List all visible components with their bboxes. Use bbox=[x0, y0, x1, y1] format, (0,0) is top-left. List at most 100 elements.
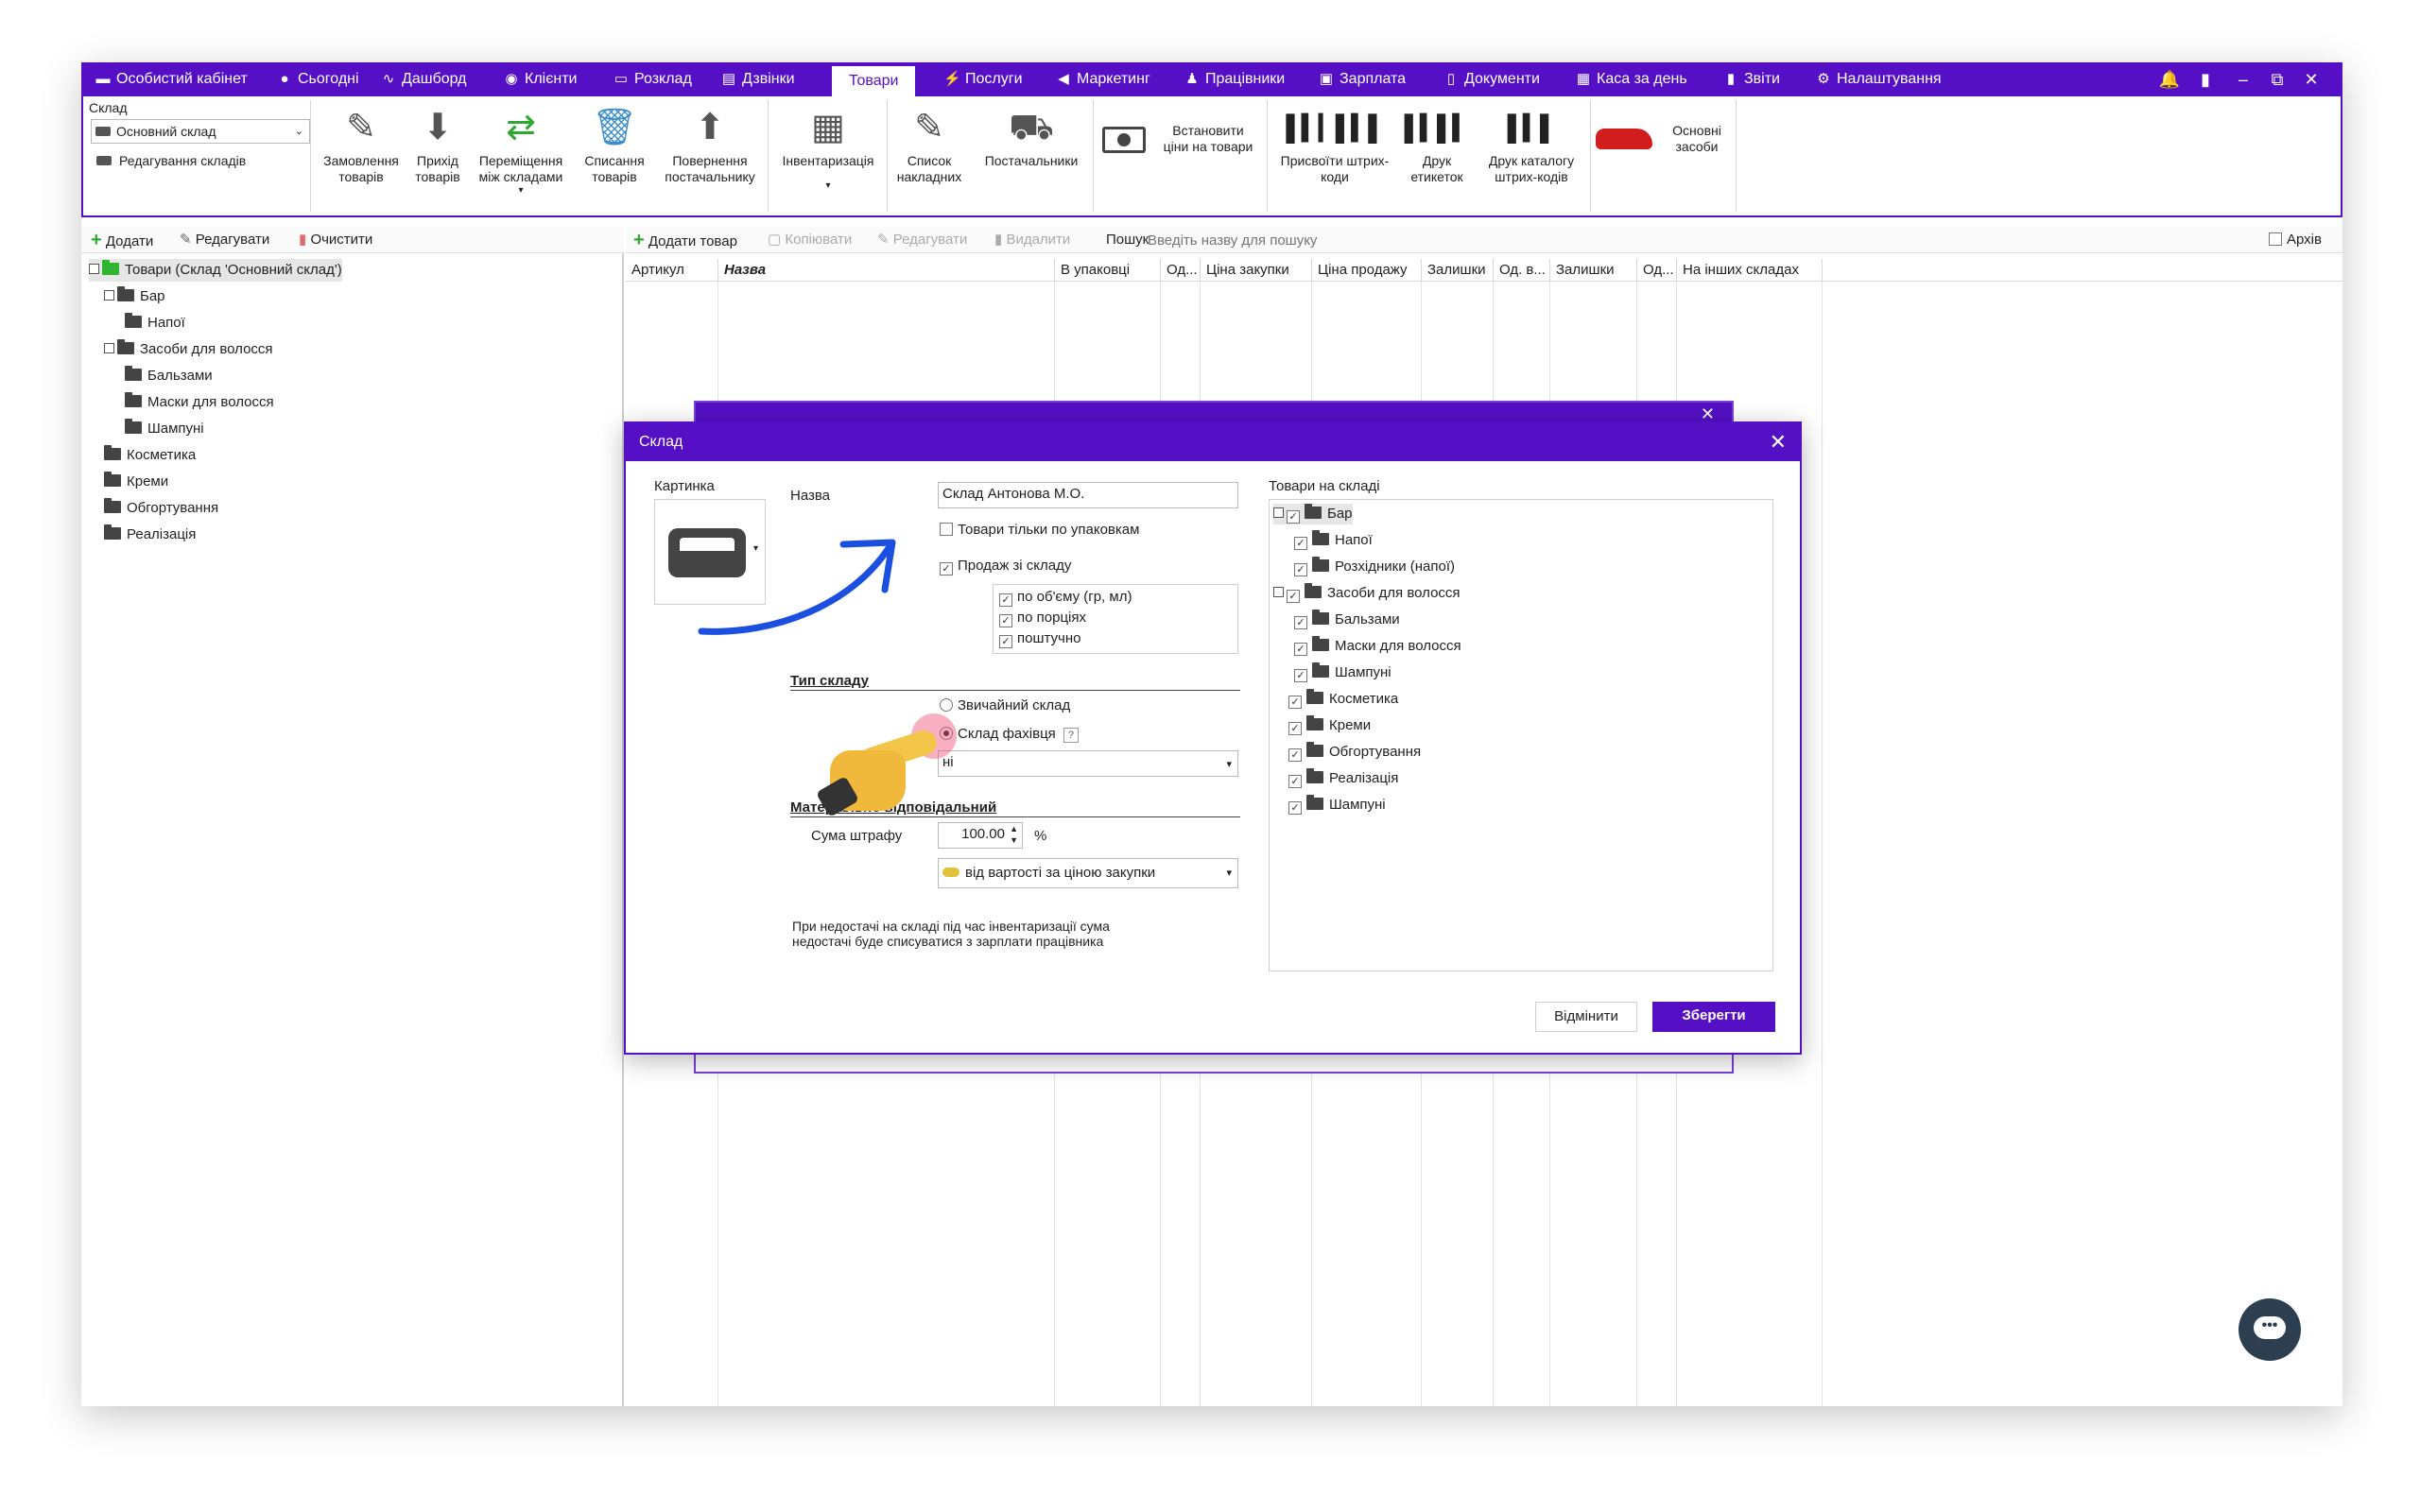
only-packages-checkbox[interactable]: Товари тільки по упаковкам bbox=[940, 522, 1139, 538]
type-regular-radio[interactable]: Звичайний склад bbox=[940, 697, 1070, 713]
goods-arrival-button[interactable]: ⬇ Прихід товарів bbox=[405, 102, 471, 185]
checkbox[interactable]: ✓ bbox=[1288, 801, 1302, 815]
checkbox[interactable]: ✓ bbox=[1294, 643, 1307, 656]
sale-from-warehouse-checkbox[interactable]: ✓ Продаж зі складу bbox=[940, 558, 1071, 576]
warehouse-select[interactable]: Основний склад ⌄ bbox=[91, 119, 310, 144]
warehouse-goods-item[interactable]: ✓ Шампуні bbox=[1273, 795, 1386, 816]
checkbox[interactable]: ✓ bbox=[1294, 537, 1307, 550]
warehouse-goods-item[interactable]: ✓ Напої bbox=[1294, 530, 1373, 551]
menu-item-goods[interactable]: Товари bbox=[832, 66, 916, 96]
menu-item-marketing[interactable]: ◀ Маркетинг bbox=[1055, 62, 1150, 96]
help-icon[interactable]: ? bbox=[1063, 728, 1079, 743]
expand-toggle-icon[interactable] bbox=[1273, 507, 1284, 518]
tree-root[interactable]: Товари (Склад 'Основний склад') bbox=[89, 259, 342, 282]
warehouse-goods-item[interactable]: ✓ Обгортування bbox=[1273, 742, 1421, 763]
fixed-assets-button[interactable]: Основні засоби bbox=[1596, 123, 1732, 155]
column-header[interactable]: Од... bbox=[1637, 259, 1677, 282]
write-off-button[interactable]: 🗑 Списання товарів bbox=[575, 102, 654, 185]
spinner-icon[interactable]: ▲ ▼ bbox=[1010, 823, 1018, 846]
tree-item[interactable]: Засоби для волосся bbox=[104, 338, 273, 361]
warehouse-goods-item[interactable]: ✓ Шампуні bbox=[1294, 662, 1392, 683]
bell-icon[interactable]: 🔔 bbox=[2157, 62, 2182, 96]
menu-item-dashboard[interactable]: ∿ Дашборд bbox=[380, 62, 467, 96]
warehouse-goods-item[interactable]: ✓ Реалізація bbox=[1273, 768, 1398, 789]
cancel-button[interactable]: Відмінити bbox=[1535, 1002, 1637, 1032]
minimize-icon[interactable]: – bbox=[2231, 62, 2256, 96]
print-labels-button[interactable]: ▌▍▌▍ Друк етикеток bbox=[1399, 102, 1475, 185]
name-input[interactable]: Склад Антонова М.О. bbox=[938, 482, 1238, 508]
type-specialist-radio[interactable]: Склад фахівця ? bbox=[940, 726, 1079, 743]
archive-checkbox[interactable]: Архів bbox=[2269, 227, 2322, 253]
checkbox[interactable]: ✓ bbox=[1288, 775, 1302, 788]
fine-basis-select[interactable]: від вартості за ціною закупки ▾ bbox=[938, 858, 1238, 888]
tree-item[interactable]: Креми bbox=[104, 471, 168, 493]
column-header[interactable]: Назва bbox=[718, 259, 1055, 282]
inventory-button[interactable]: ▦ Інвентаризація ▾ bbox=[773, 102, 883, 192]
warehouse-goods-item[interactable]: ✓ Розхідники (напої) bbox=[1294, 557, 1455, 577]
checkbox[interactable]: ✓ bbox=[1287, 590, 1300, 603]
invoice-list-button[interactable]: ✎ Список накладних bbox=[889, 102, 970, 185]
sale-per-piece-checkbox[interactable]: ✓ поштучно bbox=[999, 630, 1080, 648]
edit-warehouses-button[interactable]: Редагування складів bbox=[96, 153, 246, 168]
menu-item-cabinet[interactable]: ▬ Особистий кабінет bbox=[95, 62, 248, 96]
menu-item-documents[interactable]: ▯ Документи bbox=[1443, 62, 1540, 96]
tree-item[interactable]: Маски для волосся bbox=[125, 391, 274, 414]
menu-item-schedule[interactable]: ▭ Розклад bbox=[613, 62, 692, 96]
menu-item-services[interactable]: ⚡ Послуги bbox=[943, 62, 1023, 96]
checkbox[interactable]: ✓ bbox=[1287, 510, 1300, 524]
column-header[interactable]: Од... bbox=[1161, 259, 1201, 282]
column-header[interactable]: Ціна закупки bbox=[1201, 259, 1312, 282]
checkbox[interactable]: ✓ bbox=[1294, 616, 1307, 629]
warehouse-goods-item[interactable]: ✓ Засоби для волосся bbox=[1273, 583, 1461, 604]
lock-icon[interactable]: ▮ bbox=[2193, 62, 2218, 96]
delete-goods-button[interactable]: ▮ Видалити bbox=[994, 227, 1070, 253]
expand-toggle-icon[interactable] bbox=[104, 343, 114, 353]
checkbox[interactable]: ✓ bbox=[1294, 563, 1307, 576]
assign-barcodes-button[interactable]: ▌▍▎▌▍▌ Присвоїти штрих-коди bbox=[1270, 102, 1399, 185]
return-to-supplier-button[interactable]: ⬆ Повернення постачальнику bbox=[658, 102, 762, 185]
column-header[interactable]: На інших складах bbox=[1677, 259, 1823, 282]
menu-item-settings[interactable]: ⚙ Налаштування bbox=[1815, 62, 1941, 96]
clear-category-button[interactable]: ▮ Очистити bbox=[299, 227, 372, 253]
add-goods-button[interactable]: + Додати товар bbox=[633, 227, 737, 255]
restore-icon[interactable]: ⧉ bbox=[2265, 62, 2290, 96]
search-input[interactable] bbox=[1146, 229, 2233, 251]
tree-item[interactable]: Шампуні bbox=[125, 418, 204, 440]
checkbox[interactable]: ✓ bbox=[1288, 722, 1302, 735]
edit-goods-button[interactable]: ✎ Редагувати bbox=[877, 227, 967, 253]
warehouse-goods-item[interactable]: ✓ Бар bbox=[1273, 504, 1353, 524]
column-header[interactable]: Залишки bbox=[1550, 259, 1637, 282]
checkbox[interactable]: ✓ bbox=[1288, 748, 1302, 762]
sale-by-portions-checkbox[interactable]: ✓ по порціях bbox=[999, 610, 1086, 627]
tree-item[interactable]: Бар bbox=[104, 285, 165, 308]
menu-item-employees[interactable]: ♟ Працівники bbox=[1184, 62, 1285, 96]
menu-item-reports[interactable]: ▮ Звіти bbox=[1722, 62, 1780, 96]
column-header[interactable]: Од. в... bbox=[1494, 259, 1550, 282]
column-header[interactable]: В упаковці bbox=[1055, 259, 1161, 282]
column-header[interactable]: Артикул bbox=[626, 259, 718, 282]
column-header[interactable]: Залишки bbox=[1422, 259, 1494, 282]
checkbox[interactable]: ✓ bbox=[1294, 669, 1307, 682]
menu-item-cash[interactable]: ▦ Каса за день bbox=[1575, 62, 1687, 96]
close-icon[interactable]: ✕ bbox=[2299, 62, 2324, 96]
set-prices-button[interactable]: Встановити ціни на товари bbox=[1102, 123, 1263, 155]
expand-toggle-icon[interactable] bbox=[89, 264, 99, 274]
checkbox[interactable]: ✓ bbox=[1288, 696, 1302, 709]
specialist-select[interactable]: ні ▾ bbox=[938, 750, 1238, 777]
fine-input[interactable]: 100.00 ▲ ▼ bbox=[938, 822, 1023, 849]
expand-toggle-icon[interactable] bbox=[1273, 587, 1284, 597]
close-icon[interactable]: ✕ bbox=[1770, 423, 1787, 461]
print-barcode-catalog-button[interactable]: ▌▍▌ Друк каталогу штрих-кодів bbox=[1477, 102, 1586, 185]
edit-category-button[interactable]: ✎ Редагувати bbox=[180, 227, 269, 253]
move-between-warehouses-button[interactable]: ⇄ Переміщення між складами ▾ bbox=[469, 102, 573, 197]
warehouse-goods-item[interactable]: ✓ Косметика bbox=[1273, 689, 1398, 710]
save-button[interactable]: Зберегти bbox=[1652, 1002, 1775, 1032]
tree-item[interactable]: Обгортування bbox=[104, 497, 218, 520]
menu-item-calls[interactable]: ▤ Дзвінки bbox=[720, 62, 795, 96]
menu-item-clients[interactable]: ◉ Клієнти bbox=[503, 62, 577, 96]
sale-by-volume-checkbox[interactable]: ✓ по об'єму (гр, мл) bbox=[999, 589, 1132, 607]
order-goods-button[interactable]: ✎ Замовлення товарів bbox=[316, 102, 406, 185]
tree-item[interactable]: Косметика bbox=[104, 444, 196, 467]
expand-toggle-icon[interactable] bbox=[104, 290, 114, 301]
chat-button[interactable]: ••• bbox=[2238, 1298, 2301, 1361]
